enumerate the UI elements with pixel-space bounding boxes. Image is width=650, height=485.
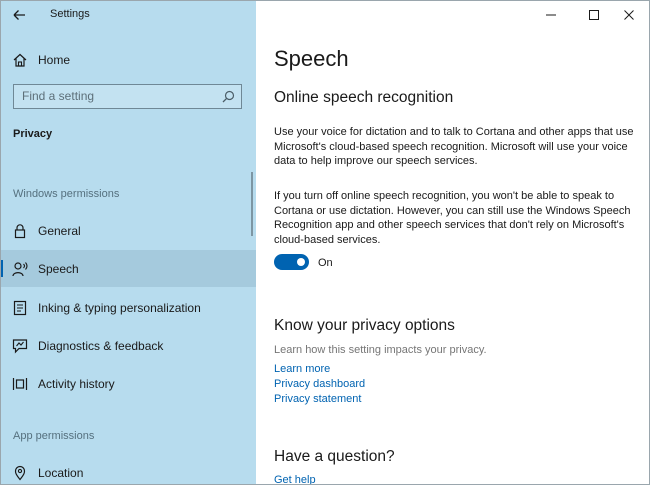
category-heading: Privacy bbox=[13, 128, 53, 140]
online-speech-description: Use your voice for dictation and to talk… bbox=[274, 126, 634, 167]
maximize-button[interactable] bbox=[585, 6, 603, 24]
nav-item-inking-typing[interactable]: Inking & typing personalization bbox=[0, 289, 256, 326]
close-icon bbox=[624, 10, 634, 20]
online-speech-warning: If you turn off online speech recognitio… bbox=[274, 190, 631, 246]
nav-item-home-label: Home bbox=[38, 53, 71, 67]
inking-typing-icon bbox=[12, 300, 28, 316]
privacy-options-title: Know your privacy options bbox=[274, 317, 455, 334]
app-permissions-label: App permissions bbox=[13, 430, 95, 442]
online-speech-title: Online speech recognition bbox=[274, 89, 454, 106]
nav-item-home[interactable]: Home bbox=[0, 46, 256, 74]
privacy-dashboard-link[interactable]: Privacy dashboard bbox=[274, 378, 365, 390]
location-icon bbox=[12, 465, 28, 481]
activity-history-icon bbox=[12, 376, 28, 392]
app-title: Settings bbox=[50, 8, 90, 20]
nav-item-inking-typing-label: Inking & typing personalization bbox=[38, 301, 201, 315]
back-button[interactable] bbox=[10, 6, 32, 24]
privacy-options-description: Learn how this setting impacts your priv… bbox=[274, 344, 487, 356]
back-arrow-icon bbox=[13, 10, 25, 20]
windows-permissions-label: Windows permissions bbox=[13, 188, 120, 200]
get-help-link[interactable]: Get help bbox=[274, 474, 316, 485]
speech-icon bbox=[12, 261, 28, 277]
title-bar: Settings bbox=[0, 0, 256, 30]
nav-item-speech-label: Speech bbox=[38, 262, 79, 276]
lock-icon bbox=[12, 223, 28, 239]
toggle-knob bbox=[297, 258, 305, 266]
toggle-state-label: On bbox=[318, 257, 333, 269]
nav-item-diagnostics-label: Diagnostics & feedback bbox=[38, 339, 164, 353]
home-icon bbox=[12, 52, 28, 68]
content-pane: Speech Online speech recognition Use you… bbox=[256, 0, 650, 485]
selection-indicator bbox=[0, 260, 3, 277]
question-title: Have a question? bbox=[274, 448, 395, 465]
search-input[interactable] bbox=[14, 85, 219, 107]
search-icon[interactable] bbox=[222, 90, 235, 103]
nav-item-general[interactable]: General bbox=[0, 212, 256, 249]
diagnostics-feedback-icon bbox=[12, 338, 28, 354]
online-speech-toggle[interactable] bbox=[274, 254, 309, 270]
nav-item-general-label: General bbox=[38, 224, 81, 238]
privacy-statement-link[interactable]: Privacy statement bbox=[274, 393, 361, 405]
nav-item-activity-history-label: Activity history bbox=[38, 377, 115, 391]
minimize-icon bbox=[546, 14, 556, 16]
learn-more-link[interactable]: Learn more bbox=[274, 363, 330, 375]
close-button[interactable] bbox=[620, 6, 638, 24]
nav-item-speech[interactable]: Speech bbox=[0, 250, 256, 287]
nav-item-diagnostics[interactable]: Diagnostics & feedback bbox=[0, 327, 256, 364]
page-title: Speech bbox=[274, 46, 349, 71]
nav-item-activity-history[interactable]: Activity history bbox=[0, 365, 256, 402]
search-box[interactable] bbox=[13, 84, 242, 109]
nav-item-location[interactable]: Location bbox=[0, 454, 256, 485]
maximize-icon bbox=[589, 10, 599, 20]
minimize-button[interactable] bbox=[542, 6, 560, 24]
sidebar-scrollbar[interactable] bbox=[251, 172, 253, 236]
navigation-pane: Settings Home Privacy Windows permission… bbox=[0, 0, 256, 485]
nav-item-location-label: Location bbox=[38, 466, 84, 480]
